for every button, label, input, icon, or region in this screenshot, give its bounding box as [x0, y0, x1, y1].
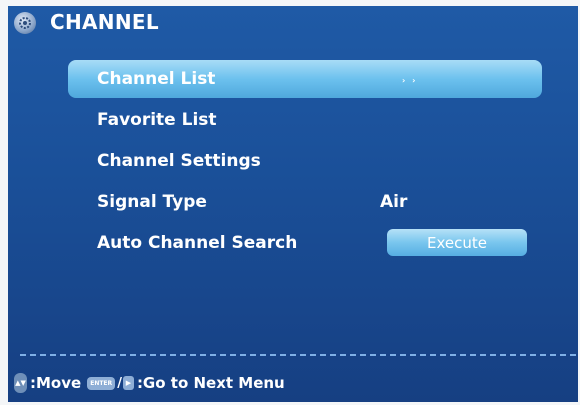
menu-item-label: Channel List [97, 69, 216, 89]
menu-item-channel-settings[interactable]: Channel Settings [68, 145, 542, 177]
up-down-arrows-icon: ▲▼ [14, 373, 27, 393]
enter-key-icon: ENTER [87, 376, 116, 390]
menu-item-channel-list[interactable]: Channel List › › [68, 60, 542, 98]
menu-item-label: Auto Channel Search [97, 233, 298, 253]
help-bar: ▲▼ :Move ENTER / ▶ :Go to Next Menu [14, 372, 285, 394]
signal-type-value: Air [380, 192, 408, 212]
execute-button[interactable]: Execute [387, 229, 527, 256]
menu-item-label: Favorite List [97, 110, 217, 130]
menu-item-auto-channel-search[interactable]: Auto Channel Search Execute [68, 227, 542, 259]
move-hint: :Move [30, 374, 82, 392]
menu-item-signal-type[interactable]: Signal Type Air [68, 186, 542, 218]
tv-osd-screen: CHANNEL Channel List › › Favorite List C… [8, 6, 578, 402]
menu-item-favorite-list[interactable]: Favorite List [68, 104, 542, 136]
channel-menu: Channel List › › Favorite List Channel S… [68, 60, 542, 268]
footer-divider [20, 354, 576, 356]
page-title: CHANNEL [50, 10, 159, 34]
menu-item-label: Signal Type [97, 192, 207, 212]
title-bar: CHANNEL [8, 6, 578, 40]
menu-item-label: Channel Settings [97, 151, 261, 171]
slash-separator: / [117, 375, 122, 391]
submenu-arrow-icon: › › [402, 76, 418, 85]
next-menu-hint: :Go to Next Menu [136, 374, 285, 392]
right-arrow-key-icon: ▶ [122, 376, 134, 390]
gear-logo-icon [14, 12, 36, 34]
